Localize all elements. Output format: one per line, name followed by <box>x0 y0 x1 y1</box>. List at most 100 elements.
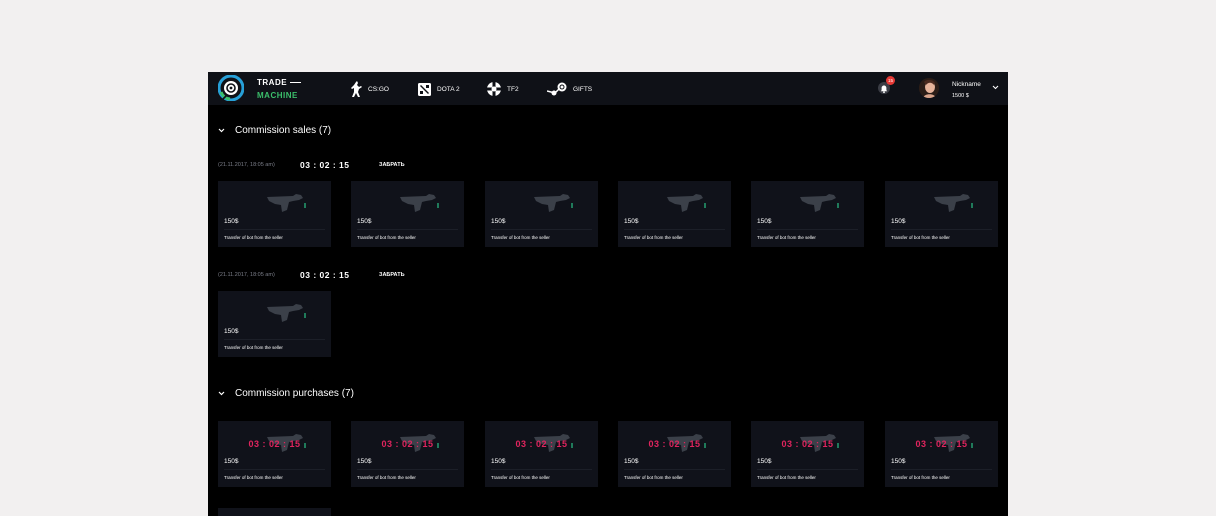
item-status: Transfer of bot from the seller <box>224 235 283 240</box>
brand-line-2: MACHINE <box>257 91 298 100</box>
card-divider <box>891 229 992 230</box>
item-status: Transfer of bot from the seller <box>891 235 950 240</box>
item-price: 150$ <box>891 458 906 465</box>
group-timer: 03 : 02 : 15 <box>300 160 350 170</box>
item-price: 150$ <box>757 218 772 225</box>
section-commission-purchases-header[interactable]: Commission purchases (7) <box>218 388 354 399</box>
claim-button[interactable]: ЗАБРАТЬ <box>379 162 405 168</box>
nav-dota2[interactable]: DOTA 2 <box>418 80 460 98</box>
smg-weapon-icon <box>267 194 306 212</box>
item-timer: 03 : 02 : 15 <box>781 439 834 449</box>
item-status: Transfer of bot from the seller <box>224 345 283 350</box>
avatar-image <box>919 78 939 98</box>
item-price: 150$ <box>891 218 906 225</box>
item-status: Transfer of bot from the seller <box>624 235 683 240</box>
card-divider <box>624 469 725 470</box>
smg-weapon-icon <box>267 304 306 322</box>
group-date: (21.11.2017, 18:05 am) <box>218 272 275 278</box>
section-title: Commission purchases (7) <box>235 388 354 399</box>
nav-gifts[interactable]: GIFTS <box>547 80 592 98</box>
chevron-down-icon[interactable] <box>992 84 999 91</box>
item-card[interactable]: 03 : 02 : 15 150$ Transfer of bot from t… <box>751 421 864 487</box>
item-card[interactable]: 150$ Transfer of bot from the seller <box>618 181 731 247</box>
item-status: Transfer of bot from the seller <box>224 475 283 480</box>
section-title: Commission sales (7) <box>235 125 332 136</box>
group-date: (21.11.2017, 18:05 am) <box>218 162 275 168</box>
trade-machine-logo[interactable] <box>218 75 244 101</box>
smg-weapon-icon <box>667 194 706 212</box>
item-status: Transfer of bot from the seller <box>891 475 950 480</box>
app-window: TRADE MACHINE CS:GO DOTA 2 TF2 GIFTS 15 … <box>208 72 1008 516</box>
nav-dota2-label: DOTA 2 <box>437 85 460 93</box>
card-divider <box>224 469 325 470</box>
item-status: Transfer of bot from the seller <box>757 475 816 480</box>
item-timer: 03 : 02 : 15 <box>515 439 568 449</box>
item-price: 150$ <box>224 328 239 335</box>
smg-weapon-icon <box>934 194 973 212</box>
item-status: Transfer of bot from the seller <box>491 235 550 240</box>
card-divider <box>757 229 858 230</box>
nav-tf2[interactable]: TF2 <box>487 80 519 98</box>
group-header: (21.11.2017, 18:05 am) 03 : 02 : 15 ЗАБР… <box>218 269 405 281</box>
card-divider <box>491 229 592 230</box>
item-card[interactable]: 150$ Transfer of bot from the seller <box>218 291 331 357</box>
item-status: Transfer of bot from the seller <box>757 235 816 240</box>
section-commission-sales-header[interactable]: Commission sales (7) <box>218 125 331 136</box>
card-divider <box>624 229 725 230</box>
item-card[interactable]: 03 : 02 : 15 150$ Transfer of bot from t… <box>218 421 331 487</box>
item-price: 150$ <box>757 458 772 465</box>
item-price: 150$ <box>491 458 506 465</box>
item-card[interactable]: 03 : 02 : 15 150$ Transfer of bot from t… <box>885 421 998 487</box>
user-avatar[interactable] <box>919 78 939 98</box>
item-card[interactable]: 150$ Transfer of bot from the seller <box>485 181 598 247</box>
counter-strike-icon <box>351 81 362 97</box>
item-status: Transfer of bot from the seller <box>491 475 550 480</box>
item-price: 150$ <box>624 218 639 225</box>
steam-icon <box>547 82 567 96</box>
item-timer: 03 : 02 : 15 <box>248 439 301 449</box>
notification-count-badge: 15 <box>886 76 895 85</box>
smg-weapon-icon <box>800 194 839 212</box>
user-balance: 1500 $ <box>952 93 969 99</box>
item-price: 150$ <box>624 458 639 465</box>
item-price: 150$ <box>357 218 372 225</box>
item-timer: 03 : 02 : 15 <box>915 439 968 449</box>
tf2-icon <box>487 82 501 96</box>
card-divider <box>357 229 458 230</box>
item-card[interactable]: 03 : 02 : 15 150$ Transfer of bot from t… <box>485 421 598 487</box>
chevron-down-icon <box>218 128 225 133</box>
item-card[interactable]: 150$ Transfer of bot from the seller <box>218 181 331 247</box>
card-divider <box>357 469 458 470</box>
smg-weapon-icon <box>400 194 439 212</box>
nav-csgo-label: CS:GO <box>368 85 389 93</box>
user-nickname[interactable]: Nickname <box>952 81 981 88</box>
claim-button[interactable]: ЗАБРАТЬ <box>379 272 405 278</box>
item-card[interactable]: 03 : 02 : 15 150$ Transfer of bot from t… <box>351 421 464 487</box>
smg-weapon-icon <box>534 194 573 212</box>
item-price: 150$ <box>491 218 506 225</box>
card-divider <box>224 339 325 340</box>
item-card[interactable]: 150$ Transfer of bot from the seller <box>885 181 998 247</box>
item-price: 150$ <box>357 458 372 465</box>
item-timer: 03 : 02 : 15 <box>381 439 434 449</box>
item-price: 150$ <box>224 218 239 225</box>
nav-csgo[interactable]: CS:GO <box>350 80 389 98</box>
card-divider <box>491 469 592 470</box>
item-price: 150$ <box>224 458 239 465</box>
chevron-down-icon <box>218 391 225 396</box>
nav-gifts-label: GIFTS <box>573 85 593 93</box>
item-card[interactable]: 03 : 02 : 15 150$ Transfer of bot from t… <box>618 421 731 487</box>
card-divider <box>891 469 992 470</box>
item-timer: 03 : 02 : 15 <box>648 439 701 449</box>
nav-tf2-label: TF2 <box>507 85 519 93</box>
card-divider <box>224 229 325 230</box>
card-divider <box>757 469 858 470</box>
item-status: Transfer of bot from the seller <box>357 475 416 480</box>
item-card-partial[interactable] <box>218 508 331 516</box>
item-card[interactable]: 150$ Transfer of bot from the seller <box>351 181 464 247</box>
item-status: Transfer of bot from the seller <box>624 475 683 480</box>
top-bar: TRADE MACHINE CS:GO DOTA 2 TF2 GIFTS 15 … <box>208 72 1008 105</box>
group-header: (21.11.2017, 18:05 am) 03 : 02 : 15 ЗАБР… <box>218 159 405 171</box>
brand-line-1: TRADE <box>257 78 302 87</box>
item-card[interactable]: 150$ Transfer of bot from the seller <box>751 181 864 247</box>
